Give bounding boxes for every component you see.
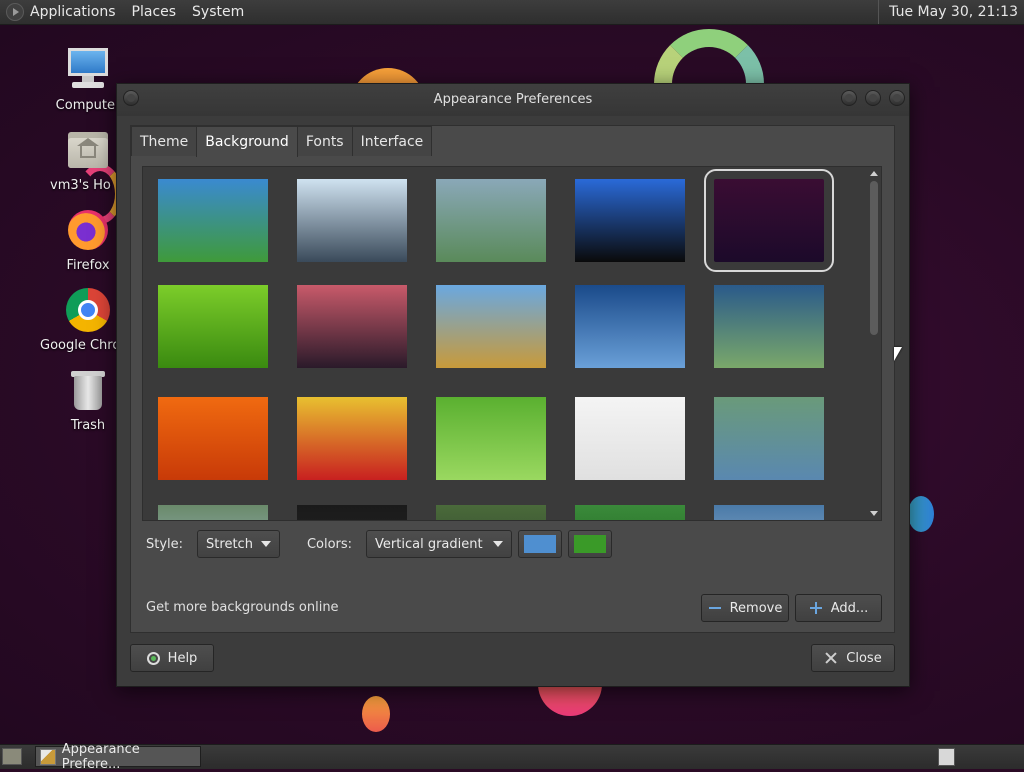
titlebar[interactable]: Appearance Preferences <box>117 84 909 116</box>
wallpaper-thumbnail[interactable] <box>714 397 824 480</box>
wallpaper-thumbnail[interactable] <box>436 285 546 368</box>
colors-label: Colors: <box>306 536 353 552</box>
plus-icon <box>809 601 823 615</box>
window-close-button[interactable] <box>889 90 905 106</box>
mouse-cursor-icon <box>894 347 902 361</box>
appearance-app-icon <box>40 748 56 765</box>
primary-color-swatch <box>524 535 557 553</box>
wallpaper-thumbnail[interactable] <box>575 397 685 480</box>
wallpaper-thumbnail[interactable] <box>158 505 268 520</box>
tab-bar: Theme Background Fonts Interface <box>131 126 433 157</box>
wallpaper-thumbnail[interactable] <box>297 285 407 368</box>
tab-theme[interactable]: Theme <box>131 126 198 156</box>
add-button[interactable]: Add... <box>795 594 882 622</box>
clock[interactable]: Tue May 30, 21:13 <box>878 0 1024 24</box>
wallpaper-thumbnail[interactable] <box>436 505 546 520</box>
wallpaper-thumbnail[interactable] <box>436 179 546 262</box>
chevron-down-icon <box>493 541 504 547</box>
wallpaper-thumbnail[interactable] <box>575 505 685 520</box>
wallpaper-thumbnail[interactable] <box>158 397 268 480</box>
wallpaper-small-shape <box>362 696 390 732</box>
tab-interface[interactable]: Interface <box>351 126 433 156</box>
home-folder-icon <box>64 126 112 174</box>
desktop-icon-label: Google Chrome <box>40 338 118 353</box>
secondary-color-button[interactable] <box>568 530 613 558</box>
wallpaper-thumbnail[interactable] <box>575 179 685 262</box>
menu-applications[interactable]: Applications <box>30 4 116 20</box>
wallpaper-thumbnail[interactable] <box>297 505 407 520</box>
show-desktop-icon[interactable] <box>2 748 22 765</box>
menu-logo-icon[interactable] <box>6 3 24 21</box>
bottom-panel: Appearance Prefere... <box>0 742 1024 772</box>
trash-icon <box>64 366 112 414</box>
colors-dropdown[interactable]: Vertical gradient <box>366 530 513 558</box>
primary-color-button[interactable] <box>518 530 563 558</box>
top-panel: Applications Places System Tue May 30, 2… <box>0 0 1024 25</box>
chrome-icon <box>64 286 112 334</box>
menu-places[interactable]: Places <box>132 4 177 20</box>
wallpaper-thumbnail[interactable] <box>714 285 824 368</box>
chevron-down-icon <box>260 541 271 547</box>
style-label: Style: <box>146 536 184 552</box>
firefox-icon <box>64 206 112 254</box>
scrollbar-thumb[interactable] <box>870 181 878 335</box>
workspace-switcher[interactable] <box>938 748 955 766</box>
wallpaper-gallery[interactable] <box>142 166 882 521</box>
appearance-preferences-dialog: Appearance Preferences Theme Background … <box>116 83 910 687</box>
tab-background[interactable]: Background <box>196 126 298 157</box>
style-row: Style: Stretch Colors: Vertical gradient <box>146 529 613 559</box>
style-dropdown[interactable]: Stretch <box>197 530 280 558</box>
wallpaper-blue-shape <box>908 496 934 532</box>
scroll-up-icon[interactable] <box>870 171 878 176</box>
window-title: Appearance Preferences <box>433 92 593 107</box>
taskbar-button-appearance[interactable]: Appearance Prefere... <box>35 742 201 772</box>
add-label: Add... <box>830 600 869 616</box>
minus-icon <box>708 601 722 615</box>
wallpaper-thumbnail[interactable] <box>575 285 685 368</box>
help-button[interactable]: Help <box>130 644 214 672</box>
remove-button[interactable]: Remove <box>701 594 789 622</box>
tab-fonts[interactable]: Fonts <box>296 126 353 156</box>
wallpaper-thumbnail[interactable] <box>297 397 407 480</box>
desktop-icon-label: vm3's Home <box>50 178 112 193</box>
wallpaper-thumbnail[interactable] <box>297 179 407 262</box>
taskbar-label: Appearance Prefere... <box>61 741 140 772</box>
wallpaper-thumbnail[interactable] <box>714 505 824 520</box>
maximize-button[interactable] <box>865 90 881 106</box>
colors-value: Vertical gradient <box>375 536 483 552</box>
wallpaper-thumbnail[interactable] <box>704 169 834 272</box>
get-more-backgrounds-link[interactable]: Get more backgrounds online <box>146 600 339 615</box>
style-value: Stretch <box>206 536 253 552</box>
computer-icon <box>64 46 112 94</box>
remove-label: Remove <box>729 600 783 616</box>
scroll-down-icon[interactable] <box>870 511 878 516</box>
secondary-color-swatch <box>574 535 607 553</box>
minimize-button[interactable] <box>841 90 857 106</box>
help-label: Help <box>167 650 198 666</box>
help-icon <box>146 651 160 665</box>
wallpaper-thumbnail[interactable] <box>158 179 268 262</box>
wallpaper-thumbnail[interactable] <box>158 285 268 368</box>
close-button[interactable]: Close <box>811 644 895 672</box>
menu-system[interactable]: System <box>192 4 244 20</box>
close-label: Close <box>846 650 882 666</box>
gallery-scrollbar[interactable] <box>867 167 881 520</box>
close-icon <box>824 651 838 665</box>
wallpaper-thumbnail[interactable] <box>436 397 546 480</box>
